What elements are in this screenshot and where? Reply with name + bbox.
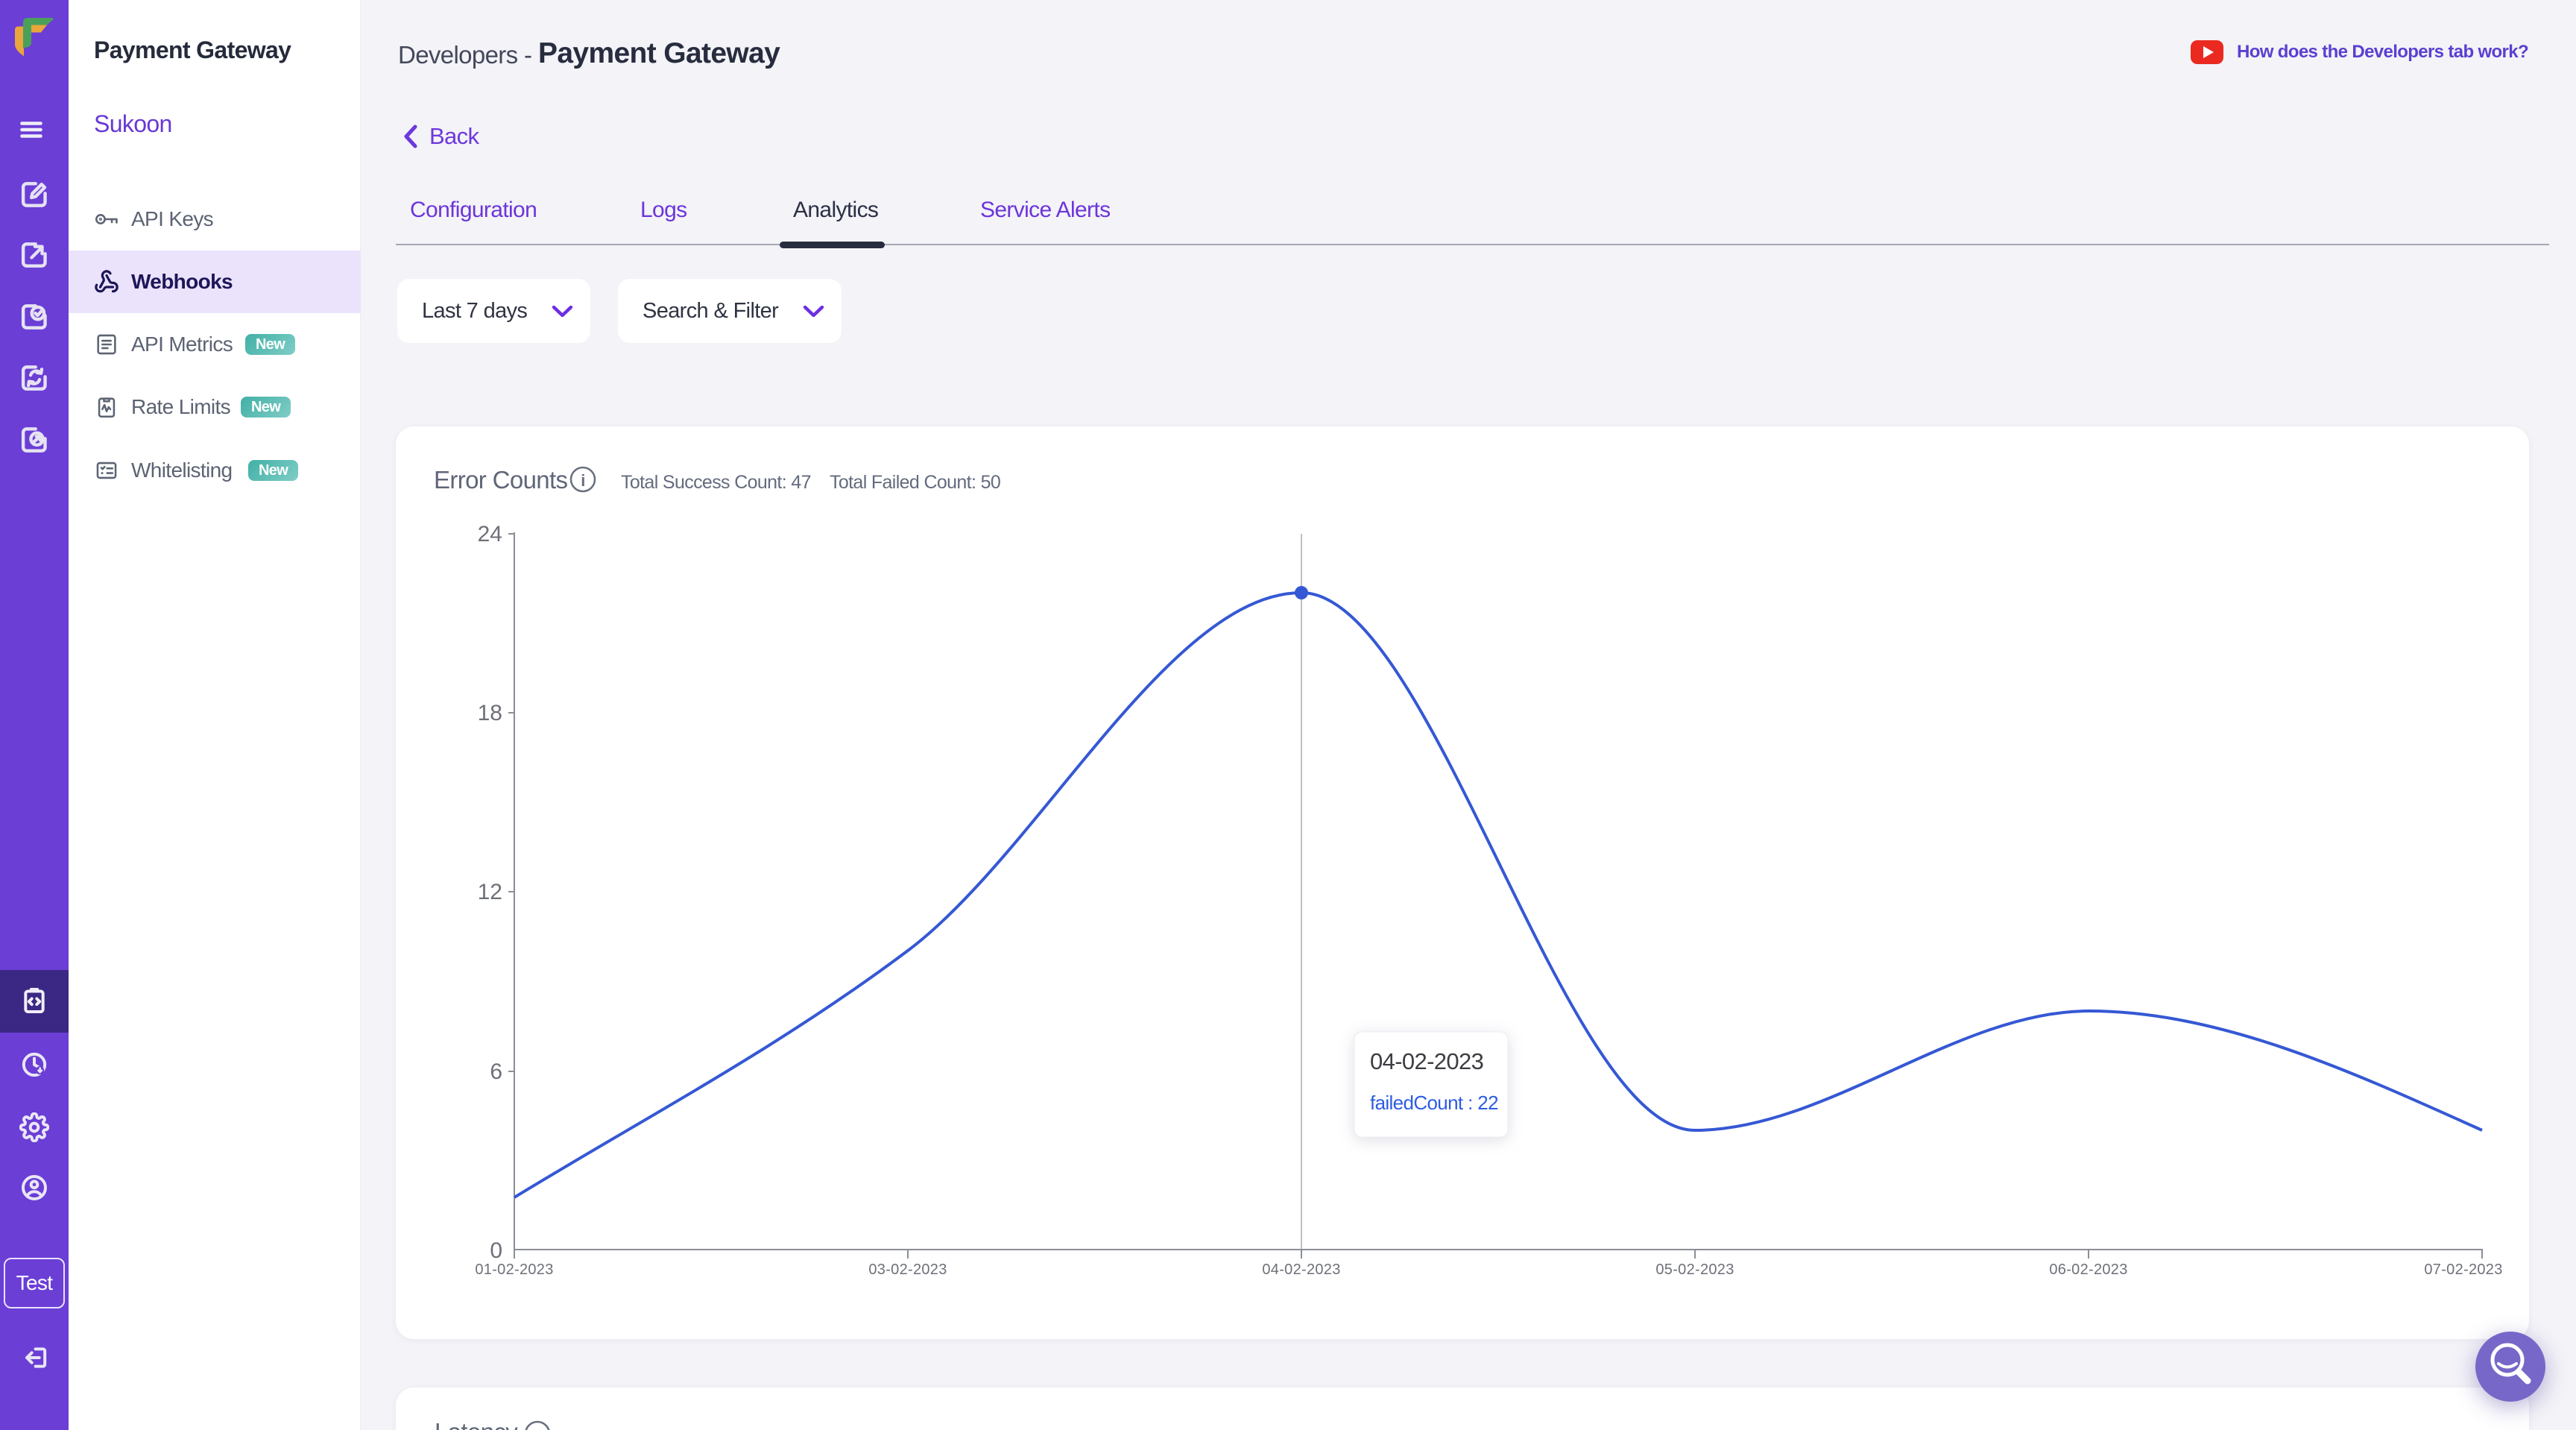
svg-text:04-02-2023: 04-02-2023: [1262, 1262, 1340, 1278]
svg-text:03-02-2023: 03-02-2023: [868, 1262, 947, 1278]
svg-text:07-02-2023: 07-02-2023: [2424, 1262, 2502, 1278]
svg-text:05-02-2023: 05-02-2023: [1655, 1262, 1734, 1278]
svg-text:i: i: [581, 471, 584, 490]
svg-text:01-02-2023: 01-02-2023: [475, 1262, 553, 1278]
svg-text:failedCount : 22: failedCount : 22: [1370, 1092, 1498, 1114]
svg-text:6: 6: [490, 1059, 502, 1084]
svg-text:Error Counts: Error Counts: [434, 466, 568, 494]
svg-text:06-02-2023: 06-02-2023: [2049, 1262, 2127, 1278]
svg-text:24: 24: [478, 522, 502, 547]
svg-text:Latency: Latency: [435, 1418, 518, 1430]
svg-text:18: 18: [478, 701, 502, 725]
svg-text:Total Failed Count: 50: Total Failed Count: 50: [830, 472, 1000, 493]
svg-text:04-02-2023: 04-02-2023: [1370, 1048, 1483, 1074]
svg-text:12: 12: [478, 880, 502, 904]
svg-text:Total Success Count: 47: Total Success Count: 47: [621, 472, 811, 493]
svg-text:0: 0: [490, 1238, 502, 1263]
